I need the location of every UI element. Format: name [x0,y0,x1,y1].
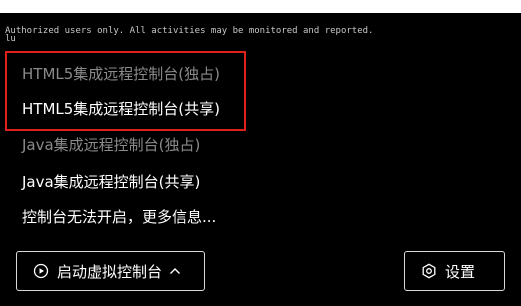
terminal-prompt-line: lu [5,34,16,44]
menu-item-html5-exclusive[interactable]: HTML5集成远程控制台(独占) [22,64,220,84]
terminal-banner-line: Authorized users only. All activities ma… [5,26,374,36]
virtual-console-panel: Authorized users only. All activities ma… [0,13,521,306]
red-highlight-box [5,51,246,131]
menu-item-html5-shared[interactable]: HTML5集成远程控制台(共享) [22,99,220,119]
menu-item-java-exclusive[interactable]: Java集成远程控制台(独占) [22,135,200,155]
launch-virtual-console-button[interactable]: 启动虚拟控制台 [16,251,205,291]
settings-icon [421,263,437,279]
settings-button-label: 设置 [445,262,476,281]
menu-item-more-info-link[interactable]: 控制台无法开启，更多信息... [22,207,216,227]
chevron-up-icon [169,267,181,275]
terminal-output: Authorized users only. All activities ma… [5,26,374,44]
play-circle-icon [33,263,49,279]
launch-button-label: 启动虚拟控制台 [57,262,163,281]
settings-button[interactable]: 设置 [404,251,505,291]
menu-item-java-shared[interactable]: Java集成远程控制台(共享) [22,172,200,192]
